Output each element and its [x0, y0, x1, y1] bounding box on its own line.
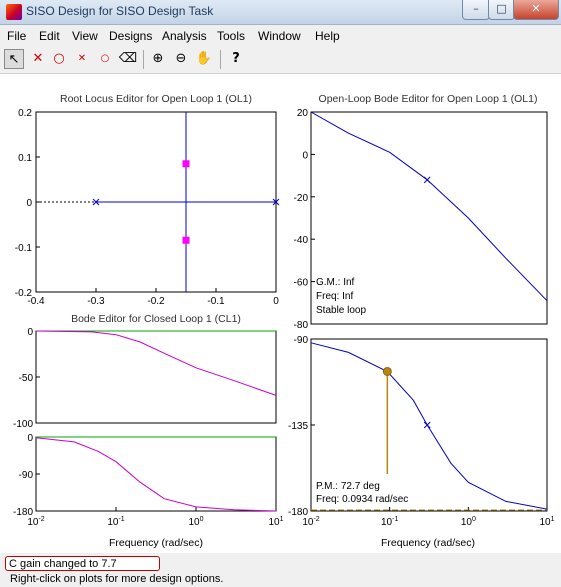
stable-loop-label: Stable loop	[316, 305, 366, 316]
minimize-button[interactable]: –	[462, 0, 490, 20]
ol-xtick-label: 10-1	[381, 516, 398, 528]
ol-mag-ytick-label: -60	[294, 278, 309, 289]
rl-closed-loop-pole	[182, 160, 190, 168]
cl-mag-ytick-label: -100	[13, 419, 33, 430]
rl-ytick-label: -0.1	[15, 243, 33, 254]
phase-margin-freq-label: Freq: 0.0934 rad/sec	[316, 494, 408, 505]
add-zero-icon[interactable]: ○	[49, 49, 69, 69]
gain-margin-freq-label: Freq: Inf	[316, 291, 353, 302]
root-locus-title: Root Locus Editor for Open Loop 1 (OL1)	[60, 93, 252, 105]
cl-xtick-label: 10-2	[27, 516, 44, 528]
menu-window[interactable]: Window	[258, 29, 301, 43]
add-zero-pair-icon[interactable]: ○	[95, 49, 115, 69]
zoom-out-icon[interactable]: ⊖	[171, 49, 191, 69]
menu-view[interactable]: View	[72, 29, 98, 43]
matlab-icon	[6, 4, 22, 20]
menu-designs[interactable]: Designs	[109, 29, 152, 43]
cl-bode-phase-axes[interactable]	[35, 436, 277, 512]
pan-hand-icon[interactable]: ✋	[194, 49, 214, 69]
status-hint: Right-click on plots for more design opt…	[10, 573, 224, 585]
rl-ytick-label: 0.1	[18, 153, 32, 164]
rl-ytick-label: 0	[26, 198, 32, 209]
rl-xtick-label: -0.2	[147, 296, 165, 307]
ol-mag-ytick-label: 0	[302, 150, 308, 161]
rl-xtick-label: 0	[273, 296, 279, 307]
plots-canvas[interactable]: Root Locus Editor for Open Loop 1 (OL1) …	[0, 74, 561, 553]
whats-this-help-icon[interactable]: ?	[226, 49, 246, 69]
ol-mag-ytick-label: -20	[294, 193, 309, 204]
rl-ytick-label: -0.2	[15, 288, 33, 299]
eraser-icon[interactable]: ⌫	[118, 49, 138, 69]
menu-help[interactable]: Help	[315, 29, 340, 43]
zoom-in-icon[interactable]: ⊕	[148, 49, 168, 69]
close-button[interactable]: ✕	[513, 0, 559, 20]
toolbar-separator	[143, 50, 144, 69]
ol-xlabel: Frequency (rad/sec)	[381, 537, 475, 549]
ol-xtick-label: 10-2	[302, 516, 319, 528]
ol-phase-ytick-label: -90	[294, 335, 309, 346]
cl-bode-magnitude-axes[interactable]	[35, 330, 277, 424]
plot-figure: Root Locus Editor for Open Loop 1 (OL1) …	[0, 74, 561, 553]
menu-analysis[interactable]: Analysis	[162, 29, 207, 43]
rl-ytick-label: 0.2	[18, 108, 32, 119]
ol-bode-title: Open-Loop Bode Editor for Open Loop 1 (O…	[319, 93, 538, 105]
rl-closed-loop-pole	[182, 236, 190, 244]
gain-margin-label: G.M.: Inf	[316, 277, 355, 288]
rl-xtick-label: -0.1	[207, 296, 225, 307]
cl-xtick-label: 100	[188, 516, 203, 528]
ol-xtick-label: 100	[461, 516, 476, 528]
ol-mag-ytick-label: 20	[297, 108, 309, 119]
cl-mag-ytick-label: -50	[19, 373, 34, 384]
ol-mag-ytick-label: -40	[294, 235, 309, 246]
cl-mag-ytick-label: 0	[27, 327, 33, 338]
cl-phase-ytick-label: 0	[27, 433, 33, 444]
select-tool-icon[interactable]: ↖	[4, 49, 24, 69]
add-pole-icon[interactable]: ✕	[28, 49, 48, 69]
ol-mag-ytick-label: -80	[294, 320, 309, 331]
status-message: C gain changed to 7.7	[5, 556, 160, 571]
window-title: SISO Design for SISO Design Task	[26, 4, 214, 18]
ol-phase-ytick-label: -135	[288, 421, 308, 432]
menu-file[interactable]: File	[7, 29, 26, 43]
cl-xtick-label: 101	[268, 516, 283, 528]
toolbar-separator	[220, 50, 221, 69]
title-bar: SISO Design for SISO Design Task – □ ✕	[0, 0, 561, 25]
toolbar: ↖ ✕ ○ ✕ ○ ⌫ ⊕ ⊖ ✋ ?	[0, 46, 561, 74]
maximize-button[interactable]: □	[488, 0, 515, 20]
rl-xtick-label: -0.3	[87, 296, 105, 307]
phase-margin-marker	[382, 366, 392, 376]
cl-xtick-label: 10-1	[107, 516, 124, 528]
add-pole-pair-icon[interactable]: ✕	[72, 49, 92, 69]
phase-margin-label: P.M.: 72.7 deg	[316, 481, 380, 492]
cl-bode-title: Bode Editor for Closed Loop 1 (CL1)	[71, 313, 241, 325]
cl-phase-ytick-label: -90	[19, 470, 34, 481]
cl-xlabel: Frequency (rad/sec)	[109, 537, 203, 549]
status-bar: C gain changed to 7.7 Right-click on plo…	[0, 553, 561, 587]
ol-xtick-label: 101	[539, 516, 554, 528]
menu-bar: File Edit View Designs Analysis Tools Wi…	[0, 25, 561, 46]
menu-tools[interactable]: Tools	[217, 29, 245, 43]
menu-edit[interactable]: Edit	[39, 29, 60, 43]
